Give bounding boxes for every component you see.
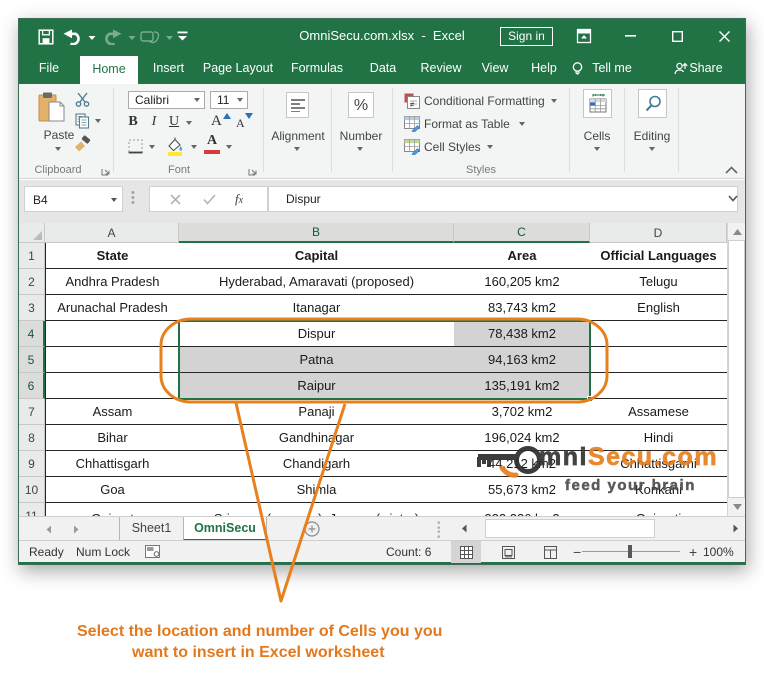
svg-text:≠: ≠ <box>410 100 415 109</box>
